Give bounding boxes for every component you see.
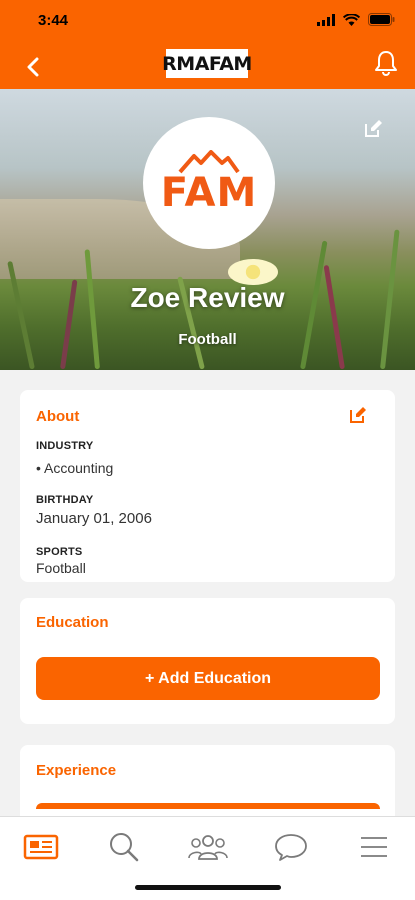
about-title: About (36, 408, 80, 425)
edit-about-button[interactable] (349, 406, 369, 426)
menu-icon (361, 837, 387, 857)
tab-search[interactable] (102, 827, 146, 867)
hero-background-grass (323, 264, 345, 370)
people-icon (188, 835, 228, 860)
sports-value: Football (36, 560, 86, 576)
about-card: About INDUSTRY • Accounting BIRTHDAY Jan… (20, 390, 395, 582)
profile-sport: Football (178, 331, 237, 348)
tab-menu[interactable] (352, 827, 396, 867)
avatar: FAM (143, 117, 275, 249)
edit-icon (365, 120, 382, 137)
education-title: Education (36, 614, 109, 631)
experience-card: Experience (20, 745, 395, 825)
birthday-label: BIRTHDAY (36, 494, 94, 506)
tab-feed[interactable] (19, 827, 63, 867)
back-button[interactable] (20, 52, 46, 82)
birthday-value: January 01, 2006 (36, 510, 152, 527)
signal-icon (317, 13, 335, 26)
battery-icon (368, 13, 395, 26)
add-experience-button[interactable] (36, 803, 380, 809)
edit-cover-button[interactable] (363, 119, 385, 141)
home-indicator (135, 885, 281, 890)
industry-value: • Accounting (36, 460, 114, 476)
notifications-button[interactable] (371, 48, 401, 78)
industry-label: INDUSTRY (36, 440, 94, 452)
chat-icon (275, 834, 307, 861)
tab-messages[interactable] (269, 827, 313, 867)
edit-icon (350, 407, 366, 423)
wifi-icon (343, 13, 360, 26)
app-logo-text: RMAFAM (162, 52, 252, 75)
sports-label: SPORTS (36, 546, 83, 558)
education-card: Education + Add Education (20, 598, 395, 724)
search-icon (110, 833, 139, 862)
profile-hero: FAM Zoe Review Football (0, 89, 415, 370)
profile-name: Zoe Review (130, 282, 285, 313)
tab-people[interactable] (186, 827, 230, 867)
add-education-button[interactable]: + Add Education (36, 657, 380, 700)
feed-icon (23, 834, 59, 860)
bell-icon (375, 51, 397, 76)
chevron-left-icon (27, 57, 39, 77)
top-bar: 3:44 RMAFAM (0, 0, 415, 89)
status-time: 3:44 (38, 12, 69, 29)
experience-title: Experience (36, 762, 117, 779)
avatar-text: FAM (160, 170, 258, 216)
status-icons (317, 13, 395, 26)
app-logo: RMAFAM (162, 49, 252, 78)
